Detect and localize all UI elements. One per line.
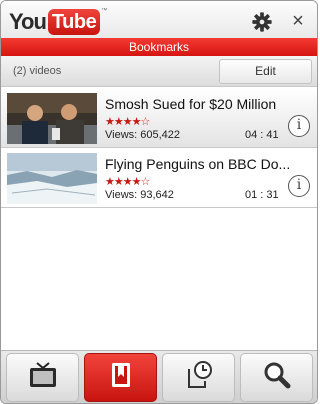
tab-bookmarks[interactable] — [84, 353, 157, 402]
youtube-logo: You Tube ™ — [9, 8, 107, 35]
tab-featured[interactable] — [6, 353, 79, 402]
history-icon — [183, 359, 215, 396]
video-duration: 04 : 41 — [245, 129, 279, 141]
logo-tube-text: Tube — [47, 8, 101, 35]
close-icon[interactable]: × — [288, 11, 308, 31]
youtube-app-window: You Tube ™ × Bookmarks (2) videos Edit S… — [0, 0, 318, 404]
video-list: Smosh Sued for $20 Million ★★★★☆ Views: … — [1, 88, 317, 208]
top-bar: You Tube ™ × — [1, 1, 317, 43]
view-count: Views: 93,642 — [105, 189, 174, 201]
video-title: Smosh Sued for $20 Million — [105, 96, 277, 112]
search-icon — [261, 359, 293, 396]
edit-button[interactable]: Edit — [219, 59, 312, 84]
logo-trademark: ™ — [101, 8, 108, 14]
rating-stars: ★★★★☆ — [105, 116, 150, 128]
tab-history[interactable] — [162, 353, 235, 402]
video-title: Flying Penguins on BBC Do... — [105, 156, 291, 172]
page-title: Bookmarks — [1, 38, 317, 56]
video-duration: 01 : 31 — [245, 189, 279, 201]
list-item[interactable]: Flying Penguins on BBC Do... ★★★★☆ Views… — [1, 148, 317, 208]
rating-stars: ★★★★☆ — [105, 176, 150, 188]
video-thumbnail — [7, 153, 97, 204]
list-toolbar: (2) videos Edit — [1, 56, 317, 87]
bottom-tab-bar — [1, 350, 317, 403]
view-count: Views: 605,422 — [105, 129, 181, 141]
info-icon[interactable]: i — [288, 175, 310, 197]
video-count: (2) videos — [13, 65, 62, 77]
tv-icon — [27, 359, 59, 396]
video-thumbnail — [7, 93, 97, 144]
logo-you-text: You — [9, 8, 47, 34]
gear-icon[interactable] — [251, 11, 273, 33]
list-item[interactable]: Smosh Sued for $20 Million ★★★★☆ Views: … — [1, 88, 317, 148]
tab-search[interactable] — [240, 353, 313, 402]
info-icon[interactable]: i — [288, 115, 310, 137]
bookmark-icon — [105, 359, 137, 396]
